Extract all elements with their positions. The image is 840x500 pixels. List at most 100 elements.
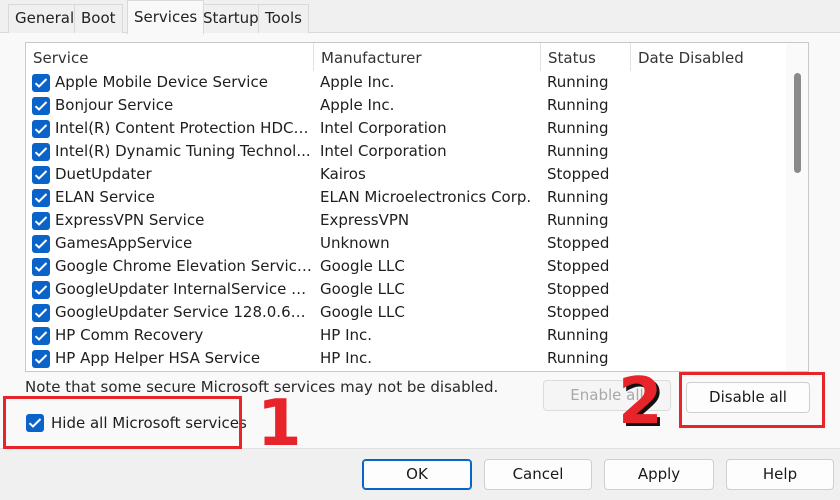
service-name: Google Chrome Elevation Service ... xyxy=(55,257,313,275)
service-manufacturer: ExpressVPN xyxy=(320,211,410,229)
services-list[interactable]: Service Manufacturer Status Date Disable… xyxy=(25,42,809,372)
service-manufacturer: Kairos xyxy=(320,165,366,183)
checkbox-checked-icon[interactable] xyxy=(32,327,50,345)
dialog-footer: OK Cancel Apply Help xyxy=(0,448,840,500)
checkbox-checked-icon[interactable] xyxy=(32,281,50,299)
table-row[interactable]: GoogleUpdater InternalService 12... Googl… xyxy=(26,278,788,301)
service-status: Running xyxy=(547,119,609,137)
service-date-disabled xyxy=(637,301,777,324)
service-status: Stopped xyxy=(547,165,610,183)
column-service[interactable]: Service xyxy=(26,43,314,71)
tab-startup[interactable]: Startup xyxy=(196,4,266,33)
tab-tools[interactable]: Tools xyxy=(258,4,309,33)
table-row[interactable]: HP Comm Recovery HP Inc. Running xyxy=(26,324,788,347)
table-row[interactable]: Intel(R) Dynamic Tuning Technol... Intel … xyxy=(26,140,788,163)
service-name: ExpressVPN Service xyxy=(55,211,205,229)
service-date-disabled xyxy=(637,71,777,94)
list-scrollbar[interactable] xyxy=(786,43,808,371)
table-row[interactable]: ExpressVPN Service ExpressVPN Running xyxy=(26,209,788,232)
checkbox-checked-icon[interactable] xyxy=(32,212,50,230)
service-rows: Apple Mobile Device Service Apple Inc. Run… xyxy=(26,71,788,370)
service-name: Apple Mobile Device Service xyxy=(55,73,268,91)
service-manufacturer: HP Inc. xyxy=(320,326,373,344)
annotation-box-step-2 xyxy=(679,372,825,428)
service-name: GoogleUpdater Service 128.0.653... xyxy=(55,303,313,321)
service-status: Running xyxy=(547,211,609,229)
column-status[interactable]: Status xyxy=(541,43,631,71)
service-name: HP App Helper HSA Service xyxy=(55,349,261,367)
service-manufacturer: Unknown xyxy=(320,234,390,252)
table-row[interactable]: GoogleUpdater Service 128.0.653... Google… xyxy=(26,301,788,324)
table-row[interactable]: Bonjour Service Apple Inc. Running xyxy=(26,94,788,117)
checkbox-checked-icon[interactable] xyxy=(32,166,50,184)
service-manufacturer: Google LLC xyxy=(320,280,405,298)
checkbox-checked-icon[interactable] xyxy=(32,304,50,322)
ok-button[interactable]: OK xyxy=(362,459,472,490)
annotation-number-1: 1 xyxy=(257,387,302,461)
service-status: Running xyxy=(547,96,609,114)
service-manufacturer: Intel Corporation xyxy=(320,142,447,160)
service-status: Running xyxy=(547,188,609,206)
service-name: GamesAppService xyxy=(55,234,193,252)
service-date-disabled xyxy=(637,232,777,255)
service-date-disabled xyxy=(637,186,777,209)
service-manufacturer: ELAN Microelectronics Corp. xyxy=(320,188,532,206)
table-row[interactable]: Apple Mobile Device Service Apple Inc. Run… xyxy=(26,71,788,94)
annotation-box-step-1 xyxy=(3,396,242,449)
service-date-disabled xyxy=(637,209,777,232)
tab-services[interactable]: Services xyxy=(127,0,205,34)
service-date-disabled xyxy=(637,255,777,278)
checkbox-checked-icon[interactable] xyxy=(32,189,50,207)
service-name: HP Comm Recovery xyxy=(55,326,204,344)
help-button[interactable]: Help xyxy=(726,459,834,490)
checkbox-checked-icon[interactable] xyxy=(32,258,50,276)
column-date-disabled[interactable]: Date Disabled xyxy=(631,43,787,71)
service-manufacturer: HP Inc. xyxy=(320,349,373,367)
service-manufacturer: Apple Inc. xyxy=(320,96,395,114)
checkbox-checked-icon[interactable] xyxy=(32,97,50,115)
service-name: GoogleUpdater InternalService 12... xyxy=(55,280,313,298)
service-status: Stopped xyxy=(547,234,610,252)
column-manufacturer[interactable]: Manufacturer xyxy=(314,43,541,71)
service-status: Stopped xyxy=(547,257,610,275)
service-date-disabled xyxy=(637,140,777,163)
service-name: DuetUpdater xyxy=(55,165,152,183)
checkbox-checked-icon[interactable] xyxy=(32,235,50,253)
table-row[interactable]: HP App Helper HSA Service HP Inc. Running xyxy=(26,347,788,370)
scroll-thumb[interactable] xyxy=(794,73,801,173)
service-name: Intel(R) Content Protection HDCP ... xyxy=(55,119,313,137)
service-manufacturer: Intel Corporation xyxy=(320,119,447,137)
table-row[interactable]: Google Chrome Elevation Service ... Googl… xyxy=(26,255,788,278)
checkbox-checked-icon[interactable] xyxy=(32,74,50,92)
service-date-disabled xyxy=(637,117,777,140)
table-row[interactable]: GamesAppService Unknown Stopped xyxy=(26,232,788,255)
checkbox-checked-icon[interactable] xyxy=(32,143,50,161)
cancel-button[interactable]: Cancel xyxy=(484,459,592,490)
annotation-number-2: 2 xyxy=(618,365,663,439)
service-status: Stopped xyxy=(547,280,610,298)
service-manufacturer: Apple Inc. xyxy=(320,73,395,91)
service-manufacturer: Google LLC xyxy=(320,257,405,275)
service-name: Intel(R) Dynamic Tuning Technol... xyxy=(55,142,311,160)
service-manufacturer: Google LLC xyxy=(320,303,405,321)
checkbox-checked-icon[interactable] xyxy=(32,350,50,368)
checkbox-checked-icon[interactable] xyxy=(32,120,50,138)
table-row[interactable]: ELAN Service ELAN Microelectronics Corp. R… xyxy=(26,186,788,209)
service-status: Running xyxy=(547,142,609,160)
apply-button[interactable]: Apply xyxy=(604,459,714,490)
service-date-disabled xyxy=(637,324,777,347)
tab-bar: General Boot Services Startup Tools xyxy=(0,0,840,34)
tab-general[interactable]: General xyxy=(8,4,82,33)
service-name: Bonjour Service xyxy=(55,96,174,114)
service-name: ELAN Service xyxy=(55,188,155,206)
table-row[interactable]: DuetUpdater Kairos Stopped xyxy=(26,163,788,186)
list-header: Service Manufacturer Status Date Disable… xyxy=(26,43,808,71)
service-status: Stopped xyxy=(547,303,610,321)
table-row[interactable]: Intel(R) Content Protection HDCP ... Inte… xyxy=(26,117,788,140)
service-status: Running xyxy=(547,73,609,91)
service-status: Running xyxy=(547,349,609,367)
service-status: Running xyxy=(547,326,609,344)
service-date-disabled xyxy=(637,94,777,117)
tab-boot[interactable]: Boot xyxy=(74,4,123,33)
service-date-disabled xyxy=(637,278,777,301)
